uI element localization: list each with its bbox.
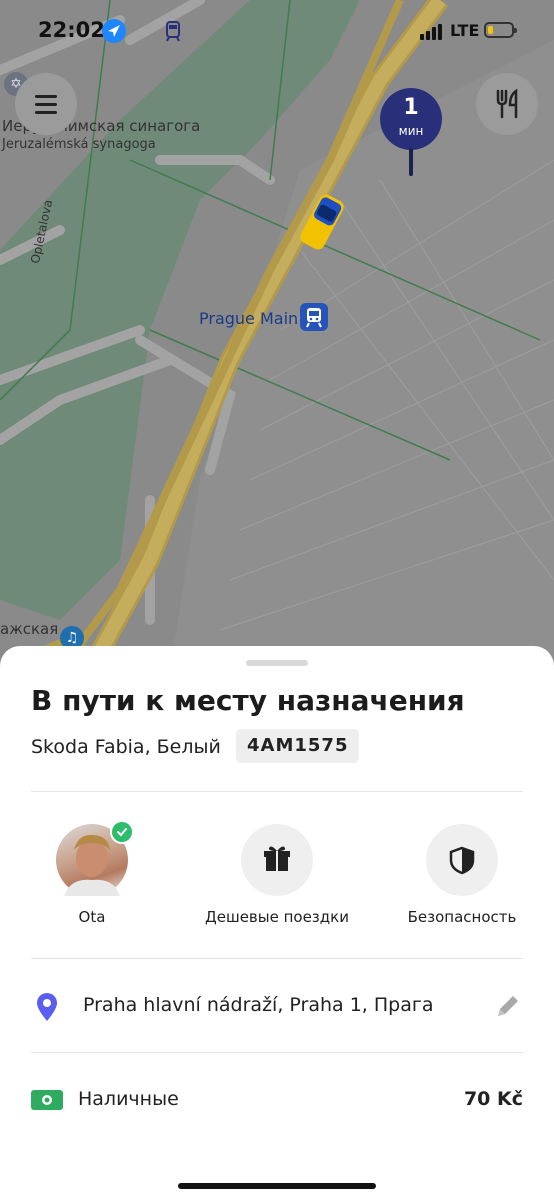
driver-avatar bbox=[56, 820, 134, 896]
map-canvas bbox=[0, 0, 554, 670]
cheap-rides-label: Дешевые поездки bbox=[205, 908, 349, 926]
map-label-partial: ажская bbox=[0, 620, 59, 638]
destination-pin-icon bbox=[35, 992, 59, 1022]
trip-bottom-sheet: В пути к месту назначения Skoda Fabia, Б… bbox=[0, 646, 554, 1200]
shield-icon bbox=[449, 846, 475, 875]
edit-destination-button[interactable] bbox=[494, 992, 522, 1020]
restaurants-button[interactable] bbox=[476, 73, 538, 135]
payment-method[interactable]: Наличные bbox=[78, 1088, 179, 1110]
menu-button[interactable] bbox=[15, 73, 77, 135]
car-description: Skoda Fabia, Белый bbox=[31, 736, 221, 758]
divider bbox=[31, 1052, 523, 1053]
pencil-icon bbox=[498, 996, 518, 1016]
network-type: LTE bbox=[450, 21, 480, 40]
cheap-rides-button[interactable]: Дешевые поездки bbox=[197, 824, 357, 926]
map-view[interactable]: ✡ Иерусалимская синагога Jeruzalémská sy… bbox=[0, 0, 554, 670]
map-label-synagogue-local: Jeruzalémská synagoga bbox=[2, 137, 156, 152]
cellular-signal-icon bbox=[420, 24, 444, 40]
status-bar: 22:02 LTE bbox=[0, 0, 554, 62]
home-indicator[interactable] bbox=[178, 1183, 376, 1189]
eta-marker: 1 мин bbox=[380, 88, 442, 176]
destination-address[interactable]: Praha hlavní nádraží, Praha 1, Прага bbox=[83, 994, 434, 1016]
fare-amount: 70 Kč bbox=[463, 1088, 523, 1110]
eta-value: 1 bbox=[403, 95, 419, 120]
cash-icon bbox=[30, 1088, 64, 1112]
train-station-icon bbox=[300, 303, 328, 331]
hamburger-icon bbox=[35, 95, 57, 98]
divider bbox=[31, 958, 523, 959]
safety-label: Безопасность bbox=[407, 908, 517, 926]
license-plate: 4AM1575 bbox=[236, 729, 360, 763]
eta-unit: мин bbox=[398, 124, 424, 138]
transit-icon bbox=[163, 20, 183, 42]
driver-button[interactable]: Ota bbox=[12, 820, 172, 926]
sheet-grabber[interactable] bbox=[246, 660, 308, 666]
battery-icon bbox=[484, 22, 517, 38]
trip-status-title: В пути к месту назначения bbox=[31, 684, 465, 717]
safety-button[interactable]: Безопасность bbox=[382, 824, 542, 926]
fork-knife-icon bbox=[496, 88, 518, 119]
verified-check-icon bbox=[110, 820, 134, 844]
location-arrow-icon bbox=[102, 19, 126, 43]
status-time: 22:02 bbox=[38, 18, 105, 42]
divider bbox=[31, 791, 523, 792]
driver-name: Ota bbox=[78, 908, 106, 926]
map-label-station: Prague Main bbox=[199, 309, 299, 328]
gift-icon bbox=[264, 846, 290, 871]
